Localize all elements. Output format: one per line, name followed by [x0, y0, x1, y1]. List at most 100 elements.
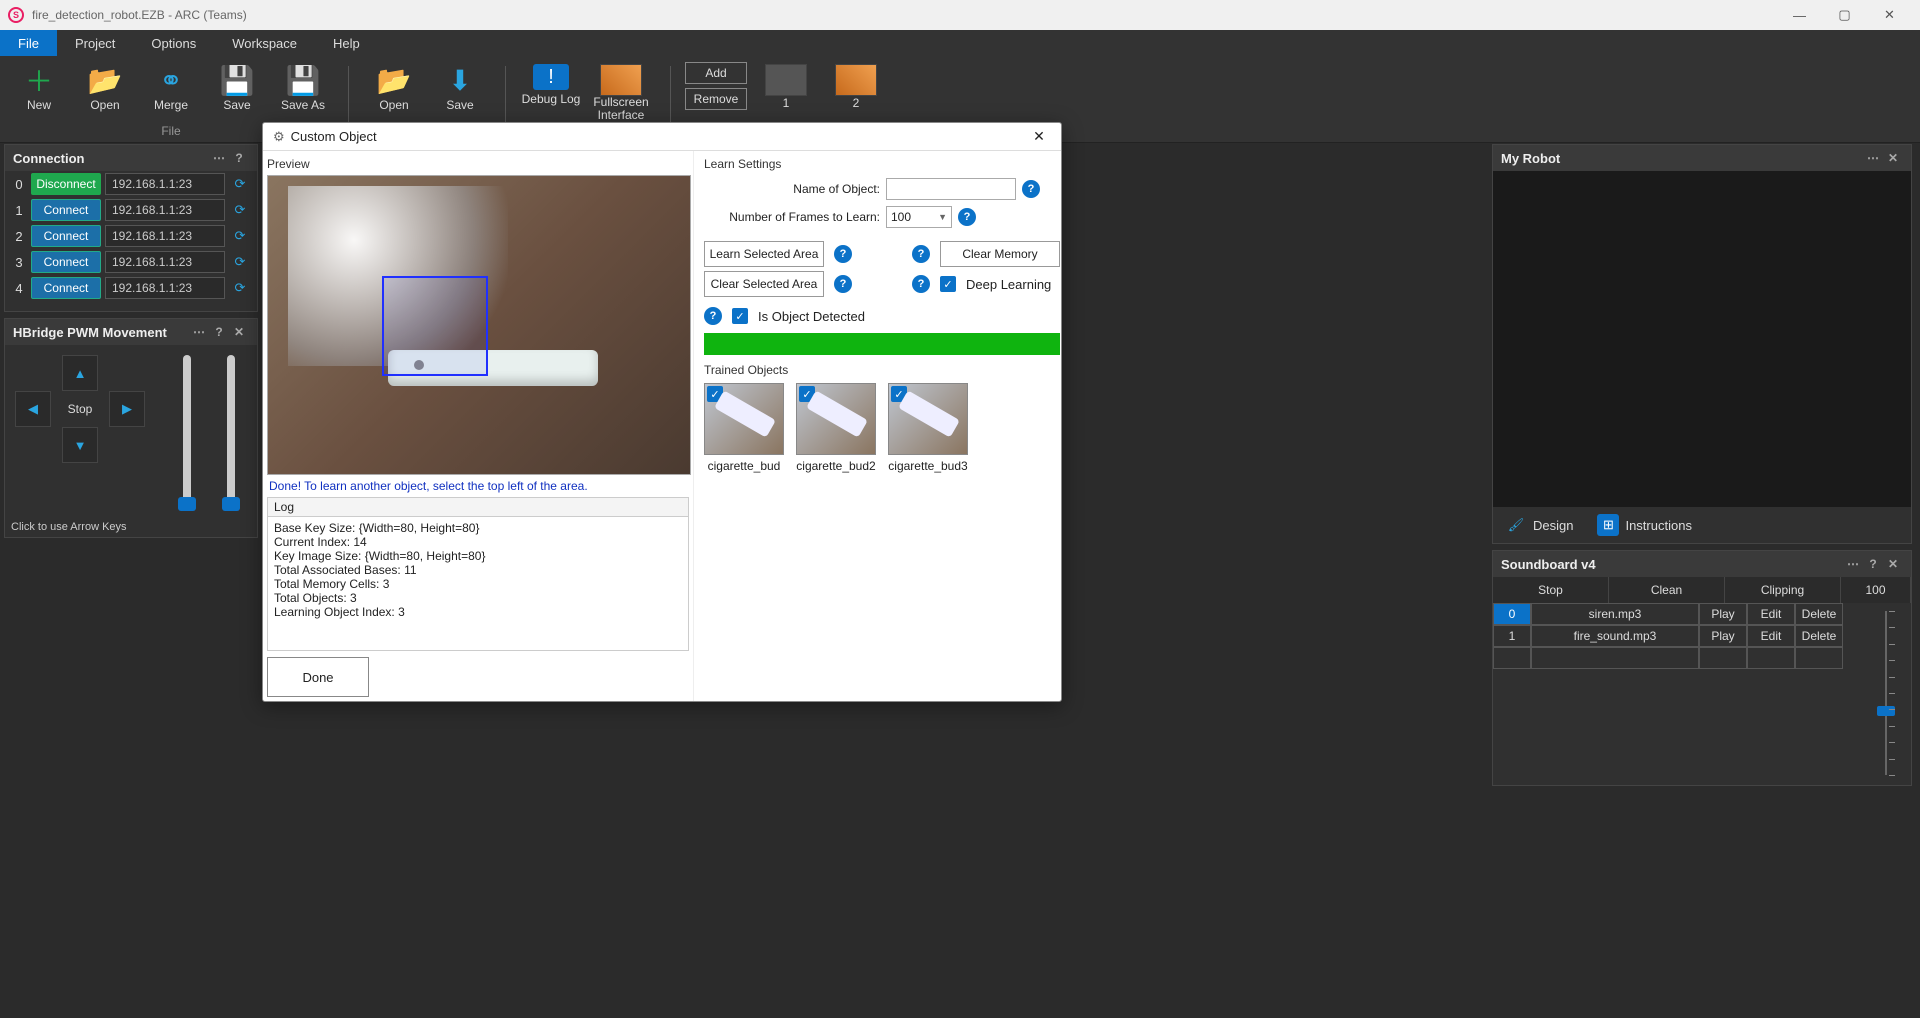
conn-index: 2 [11, 229, 27, 244]
new-button[interactable]: ＋New [8, 62, 70, 114]
sb-edit-button[interactable]: Edit [1747, 625, 1795, 647]
menu-file[interactable]: File [0, 30, 57, 56]
my-robot-canvas[interactable] [1493, 171, 1911, 543]
panel-menu-icon[interactable]: ⋯ [1863, 151, 1883, 165]
panel-menu-icon[interactable]: ⋯ [1843, 557, 1863, 571]
connect-button[interactable]: Connect [31, 225, 101, 247]
refresh-icon[interactable]: ⟳ [229, 251, 251, 273]
panel-menu-icon[interactable]: ⋯ [189, 325, 209, 339]
right-arrow-button[interactable]: ▶ [109, 391, 145, 427]
frames-combo[interactable]: 100▼ [886, 206, 952, 228]
refresh-icon[interactable]: ⟳ [229, 173, 251, 195]
saveas-button[interactable]: 💾Save As [272, 62, 334, 114]
conn-index: 1 [11, 203, 27, 218]
menu-help[interactable]: Help [315, 30, 378, 56]
left-arrow-button[interactable]: ◀ [15, 391, 51, 427]
left-speed-slider[interactable] [183, 355, 191, 507]
dialog-close-button[interactable]: ✕ [1027, 125, 1051, 149]
menu-project[interactable]: Project [57, 30, 133, 56]
sb-play-button[interactable]: Play [1699, 625, 1747, 647]
open-button[interactable]: 📂Open [74, 62, 136, 114]
sb-stop-button[interactable]: Stop [1493, 577, 1609, 603]
done-button[interactable]: Done [267, 657, 369, 697]
log-textarea[interactable]: Base Key Size: {Width=80, Height=80} Cur… [267, 517, 689, 651]
hbridge-title: HBridge PWM Movement [13, 325, 167, 340]
sb-clean-button[interactable]: Clean [1609, 577, 1725, 603]
up-arrow-button[interactable]: ▲ [62, 355, 98, 391]
trained-object-item[interactable]: ✓cigarette_bud [704, 383, 784, 473]
help-icon[interactable]: ? [704, 307, 722, 325]
connect-button[interactable]: Connect [31, 199, 101, 221]
save-button[interactable]: 💾Save [206, 62, 268, 114]
trained-object-item[interactable]: ✓cigarette_bud2 [796, 383, 876, 473]
sb-delete-button[interactable]: Delete [1795, 603, 1843, 625]
stop-button[interactable]: Stop [55, 393, 105, 425]
sb-delete-button[interactable]: Delete [1795, 625, 1843, 647]
connect-button[interactable]: Connect [31, 277, 101, 299]
object-name-input[interactable] [886, 178, 1016, 200]
app-icon: S [8, 7, 24, 23]
minimize-button[interactable]: — [1777, 0, 1822, 30]
progress-bar [704, 333, 1060, 355]
name-label: Name of Object: [704, 182, 880, 196]
ip-input[interactable]: 192.168.1.1:23 [105, 277, 225, 299]
close-button[interactable]: ✕ [1867, 0, 1912, 30]
custom-object-dialog: ⚙ Custom Object ✕ Preview Done! To learn… [262, 122, 1062, 702]
help-icon[interactable]: ? [834, 245, 852, 263]
my-robot-title: My Robot [1501, 151, 1560, 166]
sb-volume-slider[interactable] [1871, 611, 1901, 775]
deep-learning-checkbox[interactable]: ✓ [940, 276, 956, 292]
add-button[interactable]: Add [685, 62, 747, 84]
refresh-icon[interactable]: ⟳ [229, 225, 251, 247]
disconnect-button[interactable]: Disconnect [31, 173, 101, 195]
ip-input[interactable]: 192.168.1.1:23 [105, 225, 225, 247]
dialog-titlebar[interactable]: ⚙ Custom Object ✕ [263, 123, 1061, 151]
soundboard-row[interactable]: 1 fire_sound.mp3 Play Edit Delete [1493, 625, 1845, 647]
panel-close-icon[interactable]: ✕ [229, 325, 249, 339]
refresh-icon[interactable]: ⟳ [229, 199, 251, 221]
help-icon[interactable]: ? [912, 245, 930, 263]
help-icon[interactable]: ? [1863, 557, 1883, 571]
sb-edit-button[interactable]: Edit [1747, 603, 1795, 625]
tab-design[interactable]: 🖌Design [1493, 507, 1585, 543]
connect-button[interactable]: Connect [31, 251, 101, 273]
learn-selected-button[interactable]: Learn Selected Area [704, 241, 824, 267]
soundboard-row[interactable]: 0 siren.mp3 Play Edit Delete [1493, 603, 1845, 625]
help-icon[interactable]: ? [229, 151, 249, 165]
right-speed-slider[interactable] [227, 355, 235, 507]
remove-button[interactable]: Remove [685, 88, 747, 110]
menu-workspace[interactable]: Workspace [214, 30, 315, 56]
help-icon[interactable]: ? [958, 208, 976, 226]
folder-open-icon: 📂 [89, 64, 121, 96]
ip-input[interactable]: 192.168.1.1:23 [105, 251, 225, 273]
object-detected-checkbox[interactable]: ✓ [732, 308, 748, 324]
workspace-thumb-icon [835, 64, 877, 96]
ip-input[interactable]: 192.168.1.1:23 [105, 173, 225, 195]
menu-options[interactable]: Options [133, 30, 214, 56]
soundboard-row-empty[interactable] [1493, 647, 1845, 669]
refresh-icon[interactable]: ⟳ [229, 277, 251, 299]
tab-instructions[interactable]: ⊞Instructions [1585, 507, 1703, 543]
help-icon[interactable]: ? [1022, 180, 1040, 198]
ip-input[interactable]: 192.168.1.1:23 [105, 199, 225, 221]
soundboard-panel: Soundboard v4 ⋯ ? ✕ Stop Clean Clipping … [1492, 550, 1912, 786]
help-icon[interactable]: ? [912, 275, 930, 293]
alert-icon: ! [533, 64, 569, 90]
trained-object-item[interactable]: ✓cigarette_bud3 [888, 383, 968, 473]
sb-play-button[interactable]: Play [1699, 603, 1747, 625]
maximize-button[interactable]: ▢ [1822, 0, 1867, 30]
preview-label: Preview [267, 157, 689, 171]
down-arrow-button[interactable]: ▼ [62, 427, 98, 463]
panel-close-icon[interactable]: ✕ [1883, 557, 1903, 571]
hbridge-panel: HBridge PWM Movement ⋯ ? ✕ ▲ ▼ ◀ ▶ Stop … [4, 318, 258, 538]
selection-rectangle[interactable] [382, 276, 488, 376]
clear-selected-button[interactable]: Clear Selected Area [704, 271, 824, 297]
clear-memory-button[interactable]: Clear Memory [940, 241, 1060, 267]
merge-button[interactable]: ⚭Merge [140, 62, 202, 114]
preview-image[interactable] [267, 175, 691, 475]
help-icon[interactable]: ? [834, 275, 852, 293]
panel-menu-icon[interactable]: ⋯ [209, 151, 229, 165]
panel-close-icon[interactable]: ✕ [1883, 151, 1903, 165]
object-detected-label: Is Object Detected [758, 309, 865, 324]
help-icon[interactable]: ? [209, 325, 229, 339]
